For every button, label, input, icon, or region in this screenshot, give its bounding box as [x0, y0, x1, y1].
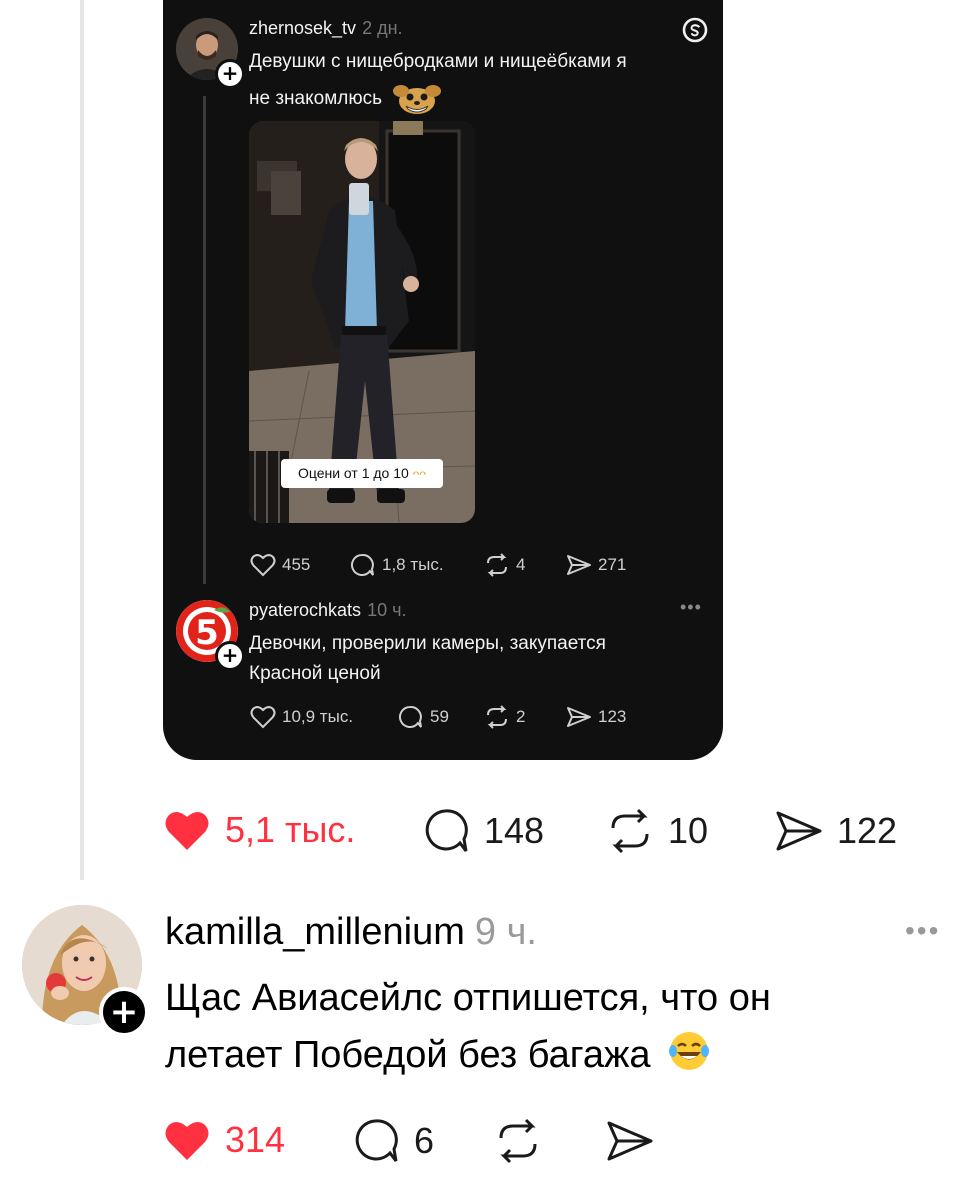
share-send-icon — [567, 707, 591, 727]
embedded-reply-header: pyaterochkats 10 ч. — [249, 600, 406, 621]
embedded-reply-comments: 59 — [430, 707, 449, 726]
follow-plus-icon[interactable]: + — [215, 641, 245, 671]
threads-logo-icon — [682, 17, 708, 43]
embedded-post-header: zhernosek_tv 2 дн. — [249, 18, 403, 39]
embedded-reply-repost-button[interactable]: 2 — [484, 705, 525, 729]
share-send-icon — [567, 555, 591, 575]
post-reposts-count: 10 — [668, 810, 709, 851]
comment-text-line2-row: летает Победой без багажа — [165, 1027, 925, 1084]
embedded-post-reposts: 4 — [516, 555, 526, 574]
embedded-post-text-line2: не знакомлюсь — [249, 82, 443, 116]
embedded-thread-line — [203, 96, 206, 584]
embedded-post-likes: 455 — [282, 555, 311, 574]
post-repost-button[interactable]: 10 — [606, 808, 708, 854]
comment-share-button[interactable] — [606, 1118, 654, 1164]
follow-plus-icon[interactable]: + — [215, 59, 245, 89]
embedded-reply-comment-button[interactable]: 59 — [398, 705, 449, 729]
embedded-post-text-line1: Девушки с нищебродками и нищеёбками я — [249, 51, 627, 72]
embedded-post-author[interactable]: zhernosek_tv — [249, 18, 356, 38]
more-options-icon[interactable]: ••• — [680, 597, 702, 618]
repost-icon — [611, 808, 649, 854]
comment-bubble-icon — [355, 1119, 398, 1162]
heart-outline-icon — [250, 554, 276, 577]
repost-icon — [487, 705, 507, 729]
comment-text-line1: Щас Авиасейлс отпишется, что он — [165, 977, 771, 1019]
embedded-post-text-line2-label: не знакомлюсь — [249, 88, 382, 110]
photo-caption-text: Оцени от 1 до 10 — [297, 465, 409, 481]
embedded-reply-author[interactable]: pyaterochkats — [249, 600, 361, 620]
photo-caption-sticker: Оцени от 1 до 10 ᴖᴖ — [281, 459, 443, 488]
embedded-post-time: 2 дн. — [362, 18, 403, 38]
share-send-icon — [607, 1121, 653, 1161]
embedded-post-repost-button[interactable]: 4 — [484, 553, 525, 577]
post-likes-count: 5,1 тыс. — [225, 809, 356, 850]
post-comment-button[interactable]: 148 — [422, 808, 544, 854]
post-share-button[interactable]: 122 — [775, 808, 897, 854]
heart-filled-icon — [165, 811, 209, 850]
repost-icon — [499, 1118, 537, 1164]
embedded-reply-like-button[interactable]: 10,9 тыс. — [250, 705, 353, 729]
comment-text-line2: летает Победой без багажа — [165, 1034, 651, 1076]
embedded-reply-reposts: 2 — [516, 707, 526, 726]
thread-connector-line — [80, 0, 84, 880]
embedded-reply-text-line1: Девочки, проверили камеры, закупается — [249, 633, 606, 654]
comment-text: Щас Авиасейлс отпишется, что он летает П… — [165, 970, 925, 1084]
comment-reply-button[interactable]: 6 — [352, 1118, 434, 1164]
angry-dog-emoji-icon — [393, 85, 442, 114]
heart-outline-icon — [250, 706, 276, 729]
pleading-hands-emoji-icon: ᴖᴖ — [412, 467, 427, 481]
comment-bubble-icon — [351, 553, 374, 576]
more-options-icon[interactable]: ••• — [905, 915, 940, 947]
embedded-post-shares: 271 — [598, 555, 627, 574]
comment-replies-count: 6 — [414, 1120, 435, 1161]
comment-header: kamilla_millenium 9 ч. — [165, 908, 537, 956]
embedded-post-like-button[interactable]: 455 — [250, 553, 310, 577]
post-shares-count: 122 — [837, 810, 898, 851]
embedded-post-comment-button[interactable]: 1,8 тыс. — [350, 553, 444, 577]
embedded-reply-share-button[interactable]: 123 — [566, 705, 626, 729]
embedded-reply-shares: 123 — [598, 707, 627, 726]
embedded-reply-text-line2: Красной ценой — [249, 663, 381, 684]
laughing-tears-emoji-icon — [669, 1032, 710, 1070]
heart-filled-icon — [165, 1121, 209, 1160]
repost-icon — [487, 553, 507, 577]
follow-plus-icon[interactable]: + — [99, 987, 149, 1037]
pyaterochka-logo-text: 5 — [195, 613, 219, 653]
comment-author[interactable]: kamilla_millenium — [165, 911, 465, 953]
post-like-button[interactable]: 5,1 тыс. — [163, 808, 355, 852]
comment-time: 9 ч. — [474, 911, 537, 953]
comment-repost-button[interactable] — [494, 1118, 542, 1164]
post-comments-count: 148 — [484, 810, 545, 851]
comment-bubble-icon — [425, 809, 468, 852]
embedded-reply-time: 10 ч. — [367, 600, 407, 620]
comment-bubble-icon — [399, 705, 422, 728]
embedded-post-comments: 1,8 тыс. — [382, 555, 444, 574]
comment-likes-count: 314 — [225, 1119, 286, 1160]
share-send-icon — [776, 811, 822, 851]
embedded-reply-likes: 10,9 тыс. — [282, 707, 354, 726]
comment-like-button[interactable]: 314 — [163, 1118, 285, 1162]
embedded-post-share-button[interactable]: 271 — [566, 553, 626, 577]
